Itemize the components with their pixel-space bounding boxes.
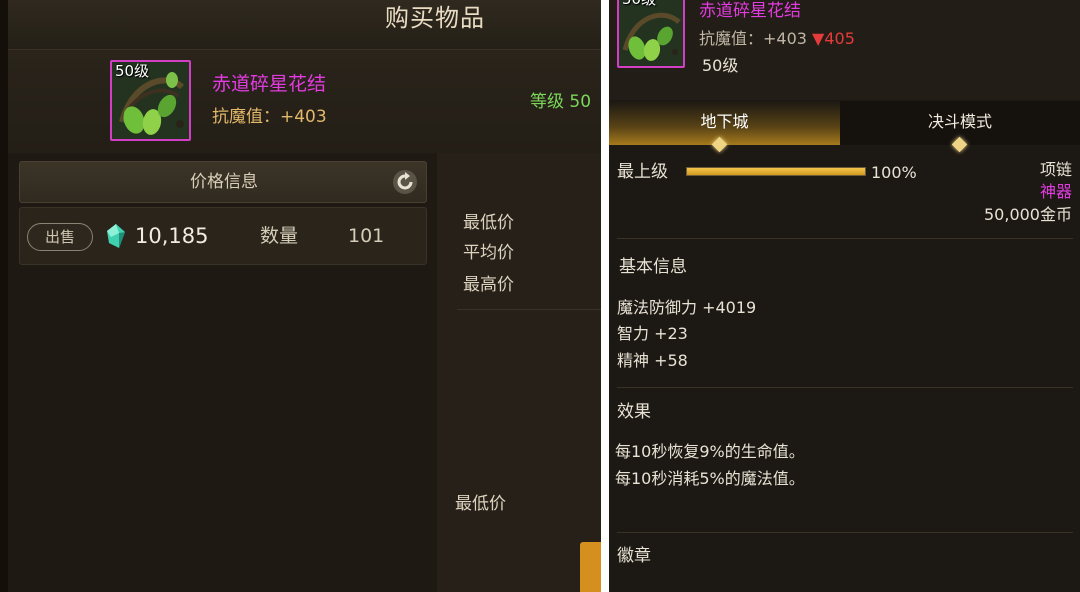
max-price-label: 最高价 [463,275,514,295]
sell-price: 10,185 [135,224,209,248]
tooltip-item-stat: 抗魔值：+403 ▼405 [699,28,855,50]
effects-title: 效果 [617,402,651,422]
grade-progress-fill [687,168,865,175]
divider [617,532,1073,533]
price-stats-column: 最低价 平均价 最高价 最低价 [437,153,601,592]
tooltip-item-level: 50级 [702,56,739,75]
price-info-title: 价格信息 [190,172,258,192]
divider [457,309,601,310]
tooltip-item-icon: 50级 [617,0,685,68]
item-level-badge: 50级 [115,62,150,80]
item-rarity: 神器 [1039,182,1072,201]
item-header: 50级 赤道碎星花结 抗魔值：+403 等级 50 [0,50,601,153]
divider [617,387,1073,388]
grade-progress-text: 100% [871,163,917,182]
mode-tabs: 地下城 决斗模式 [609,101,1080,153]
title-bar: 购买物品 [0,0,601,50]
tooltip-level-badge: 50级 [622,0,656,8]
divider [617,238,1073,239]
sell-button[interactable]: 出售 [27,223,93,251]
buy-item-window: 购买物品 50级 赤道碎星花结 抗魔值：+403 等级 50 价格信息 出售 1… [0,0,601,592]
item-type: 项链 [1039,160,1072,179]
item-price: 50,000金币 [984,205,1072,224]
sell-listing-row: 出售 10,185 数量 101 [19,207,427,265]
leaf-wreath-icon [619,0,683,66]
item-name: 赤道碎星花结 [212,73,327,95]
item-tooltip: 50级 赤道碎星花结 抗魔值：+403 ▼405 50级 地下城 决斗模式 最上… [609,0,1080,592]
window-title: 购买物品 [385,4,485,32]
emblem-title: 徽章 [617,546,651,566]
quantity-value: 101 [348,225,385,247]
item-stat: 抗魔值：+403 [212,107,327,127]
basic-info-line: 魔法防御力 +4019 [617,298,757,317]
tooltip-item-name: 赤道碎星花结 [699,1,801,21]
min-price-label-2: 最低价 [455,494,506,514]
basic-info-title: 基本信息 [619,257,687,277]
quantity-label: 数量 [260,225,299,247]
stat-compare: ▼405 [812,29,855,48]
grade-progress-bar [686,167,866,176]
avg-price-label: 平均价 [463,243,514,263]
tab-dungeon[interactable]: 地下城 [609,101,840,145]
window-edge [0,0,8,592]
min-price-label: 最低价 [463,213,514,233]
effect-line: 每10秒消耗5%的魔法值。 [615,469,805,488]
tooltip-header: 50级 赤道碎星花结 抗魔值：+403 ▼405 50级 [609,0,1080,100]
grade-label: 最上级 [617,162,668,182]
action-button[interactable] [580,542,601,592]
refresh-icon[interactable] [392,169,418,195]
basic-info-line: 智力 +23 [617,324,688,343]
item-icon[interactable]: 50级 [110,60,191,141]
stat-current: 抗魔值：+403 [699,29,807,48]
basic-info-line: 精神 +58 [617,351,688,370]
item-level: 等级 50 [530,92,592,112]
gem-icon [107,224,125,248]
effect-line: 每10秒恢复9%的生命值。 [615,442,805,461]
price-info-header: 价格信息 [19,161,427,203]
